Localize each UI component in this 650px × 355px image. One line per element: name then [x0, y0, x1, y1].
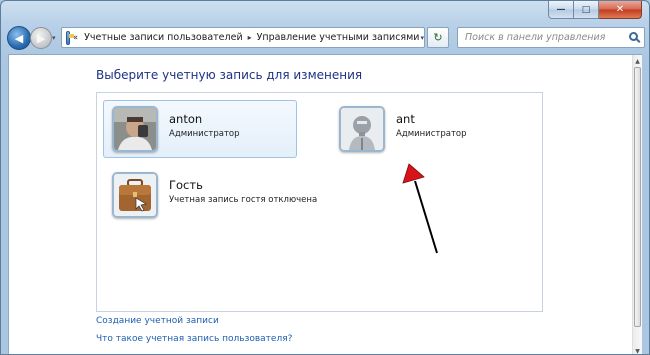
search-box[interactable] [457, 27, 645, 48]
navigation-bar: ◀ ▶ ▾ « Учетные записи пользователей ▸ У… [7, 26, 645, 50]
address-bar[interactable]: « Учетные записи пользователей ▸ Управле… [61, 27, 425, 48]
page-title: Выберите учетную запись для изменения [96, 68, 363, 82]
account-name: anton [169, 112, 203, 126]
account-role: Администратор [169, 129, 240, 139]
account-tile-guest[interactable]: Гость Учетная запись гостя отключена [103, 166, 333, 224]
account-name: ant [396, 112, 415, 126]
control-panel-icon [66, 30, 74, 45]
refresh-button[interactable]: ↻ [427, 27, 449, 48]
minimize-button[interactable]: — [548, 1, 574, 19]
vertical-scrollbar[interactable]: ▲ ▼ [632, 55, 642, 355]
caption-buttons: — □ ✕ [548, 1, 642, 20]
maximize-button[interactable]: □ [574, 1, 599, 19]
close-button[interactable]: ✕ [599, 1, 642, 19]
scroll-thumb[interactable] [634, 67, 641, 327]
breadcrumb-manage-accounts[interactable]: Управление учетными записями [257, 32, 420, 43]
content-area: Выберите учетную запись для изменения an… [8, 54, 642, 355]
account-name: Гость [169, 178, 203, 192]
breadcrumb-user-accounts[interactable]: Учетные записи пользователей [84, 32, 242, 43]
account-role: Администратор [396, 129, 467, 139]
scroll-down-icon[interactable]: ▼ [633, 346, 642, 355]
recent-pages-dropdown-icon[interactable]: ▾ [52, 34, 60, 42]
what-is-account-link[interactable]: Что такое учетная запись пользователя? [96, 334, 292, 344]
scroll-up-icon[interactable]: ▲ [633, 56, 642, 66]
forward-button[interactable]: ▶ [30, 27, 52, 49]
address-dropdown-icon[interactable]: ▾ [419, 28, 424, 47]
guest-briefcase-icon [112, 172, 158, 218]
back-button[interactable]: ◀ [7, 26, 31, 50]
breadcrumb-separator-icon[interactable]: ▸ [248, 33, 252, 42]
account-tile-ant[interactable]: ant Администратор [330, 100, 524, 158]
refresh-icon: ↻ [433, 31, 443, 44]
photo-avatar-icon [112, 106, 158, 152]
search-icon[interactable] [629, 32, 638, 41]
search-input[interactable] [465, 32, 615, 43]
robot-avatar-icon [339, 106, 385, 152]
account-status: Учетная запись гостя отключена [169, 195, 318, 205]
window: — □ ✕ ◀ ▶ ▾ « Учетные записи пользовател… [0, 0, 650, 355]
create-account-link[interactable]: Создание учетной записи [96, 316, 219, 326]
accounts-panel: anton Администратор ant Администратор Го… [96, 92, 543, 312]
account-tile-anton[interactable]: anton Администратор [103, 100, 297, 158]
